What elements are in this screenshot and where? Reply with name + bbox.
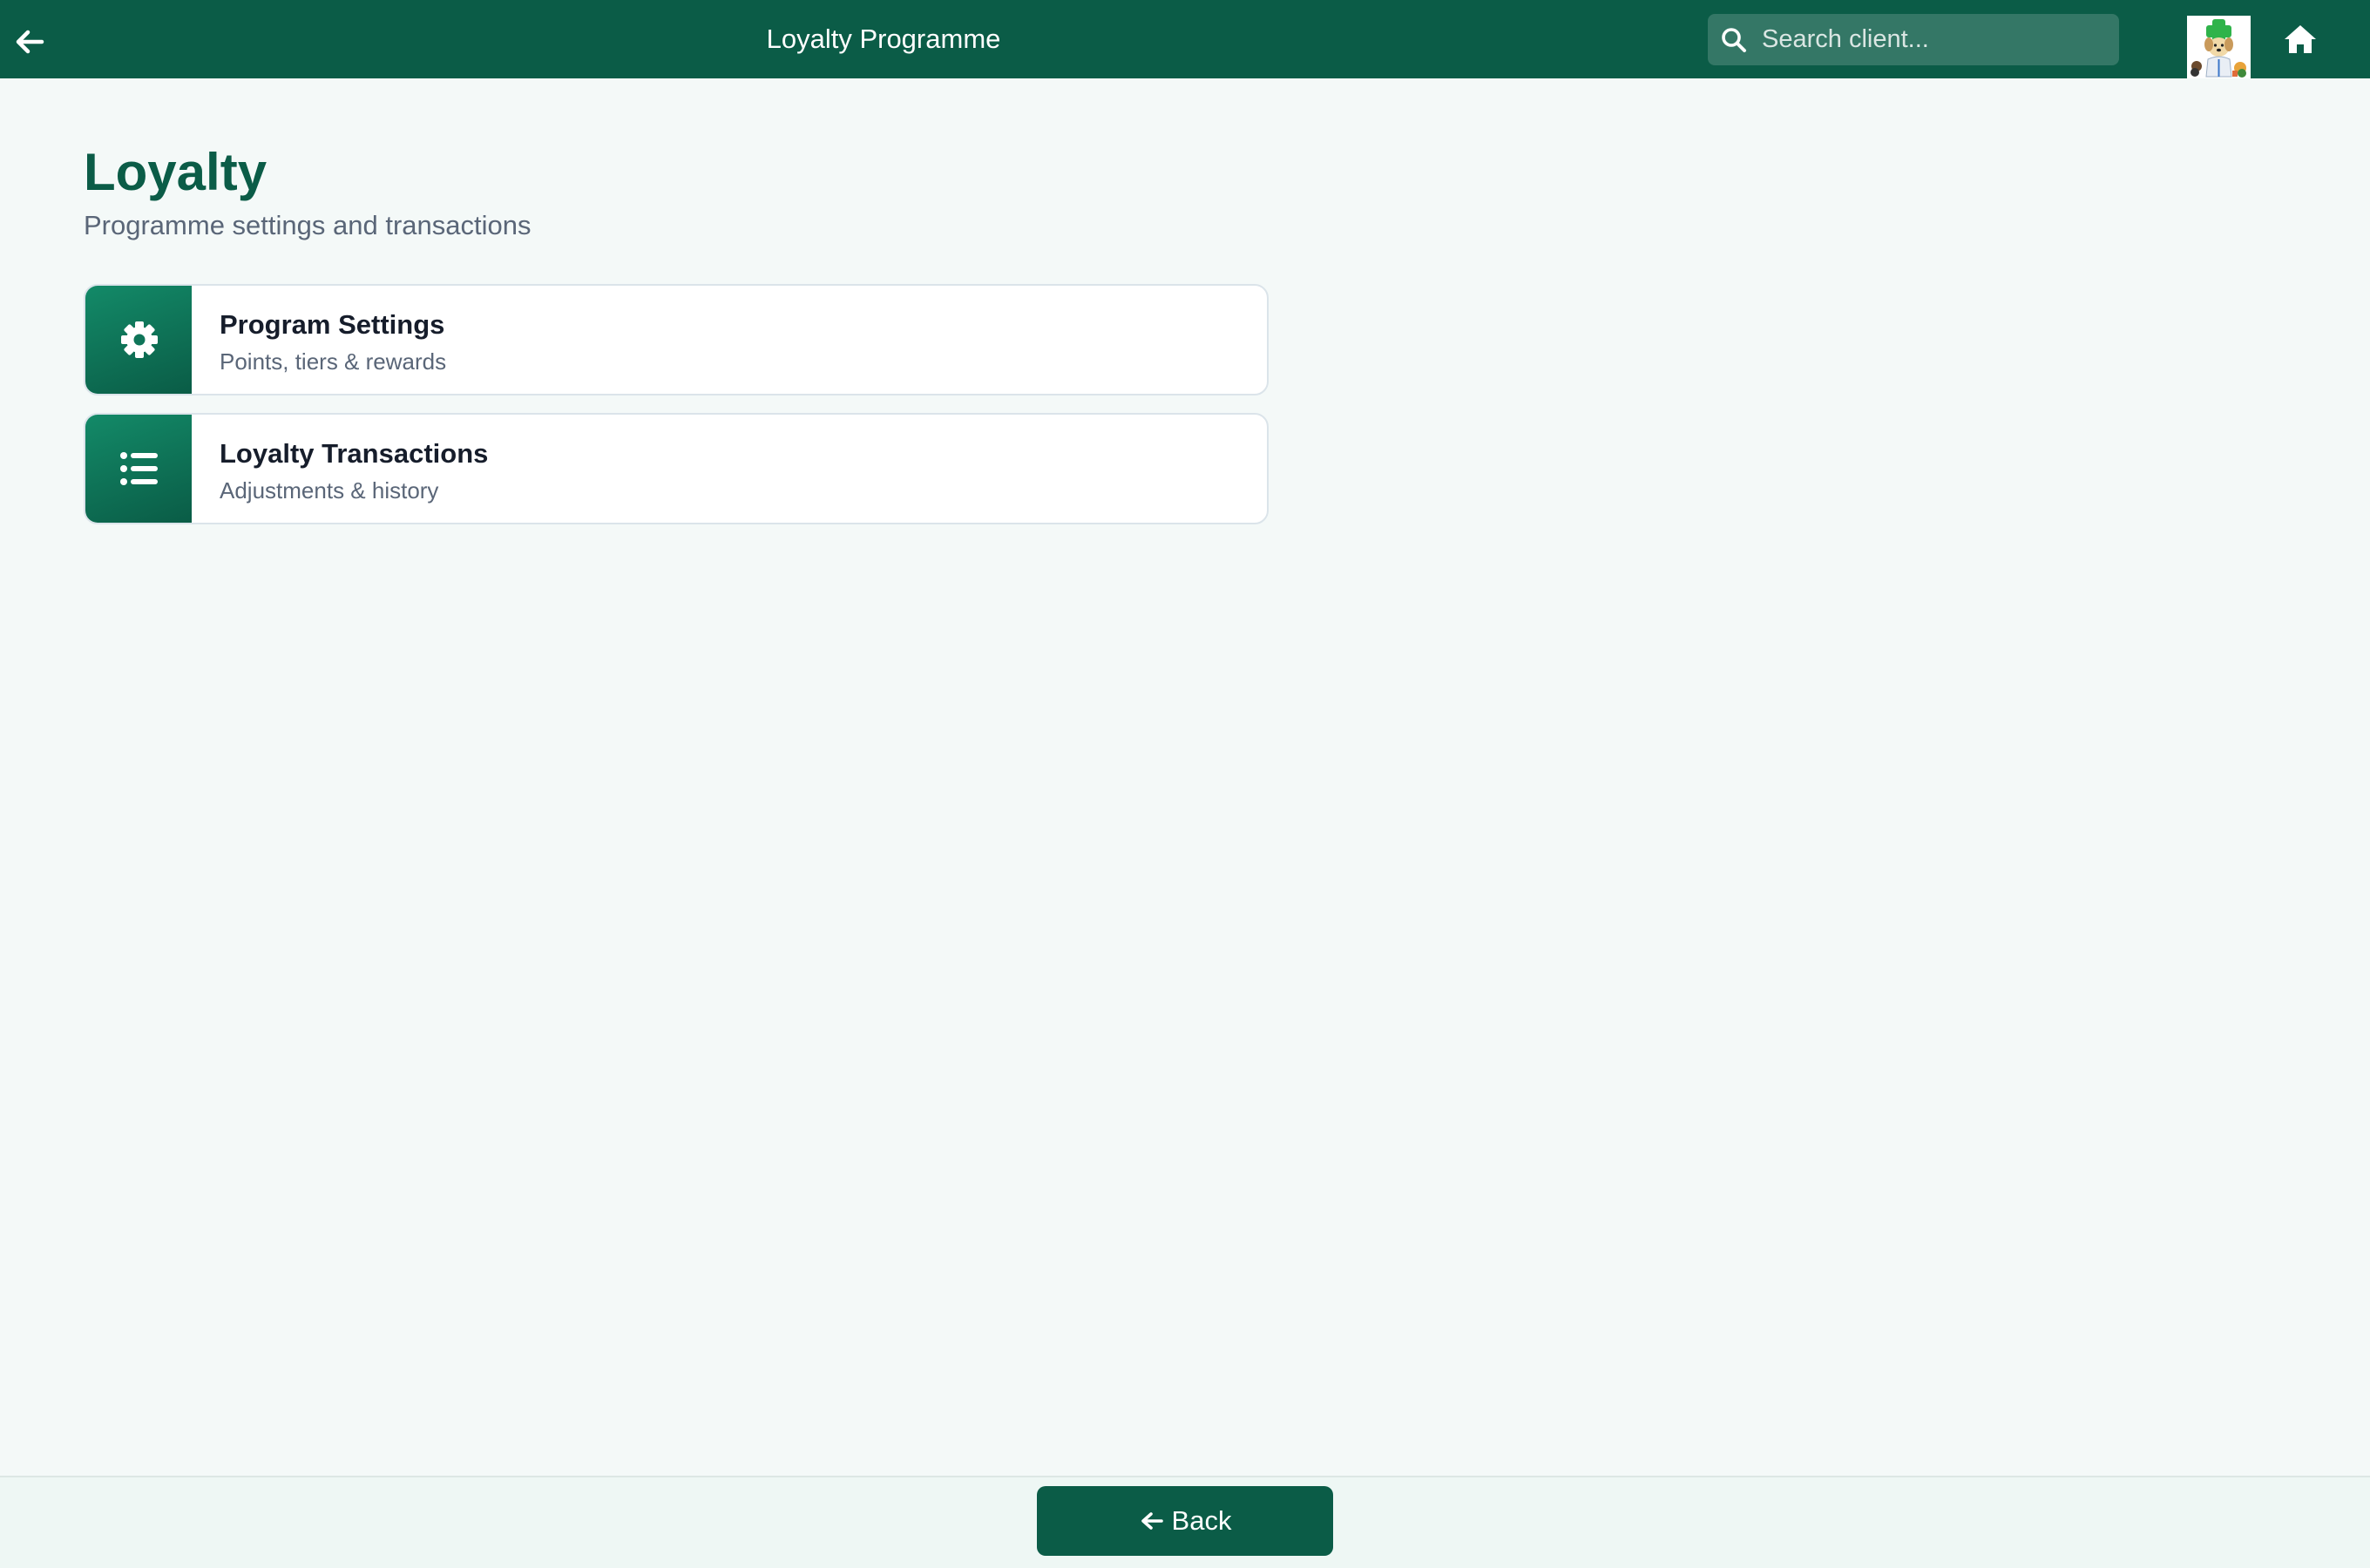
avatar[interactable] — [2187, 16, 2251, 78]
footer-bar: Back — [0, 1476, 2370, 1568]
home-icon[interactable] — [2283, 23, 2318, 56]
loyalty-transactions-card[interactable]: Loyalty Transactions Adjustments & histo… — [84, 413, 1269, 524]
app-title: Loyalty Programme — [766, 24, 1001, 54]
page-title: Loyalty — [84, 143, 267, 201]
page-subtitle: Programme settings and transactions — [84, 210, 532, 240]
card-icon-tile — [85, 286, 192, 394]
search-icon — [1720, 26, 1748, 54]
back-button-label: Back — [1171, 1505, 1232, 1536]
back-button[interactable]: Back — [1037, 1486, 1333, 1556]
top-bar: Loyalty Programme — [0, 0, 2370, 78]
card-icon-tile — [85, 415, 192, 523]
search-box[interactable] — [1708, 14, 2119, 65]
card-title: Program Settings — [220, 309, 445, 340]
program-settings-card[interactable]: Program Settings Points, tiers & rewards — [84, 284, 1269, 395]
card-description: Adjustments & history — [220, 477, 439, 504]
card-title: Loyalty Transactions — [220, 438, 489, 469]
gear-icon — [121, 321, 158, 358]
arrow-left-icon — [1141, 1512, 1163, 1530]
list-icon — [120, 452, 158, 485]
search-input[interactable] — [1762, 14, 2110, 65]
card-description: Points, tiers & rewards — [220, 348, 447, 375]
clinic-logo-image — [2187, 16, 2251, 78]
